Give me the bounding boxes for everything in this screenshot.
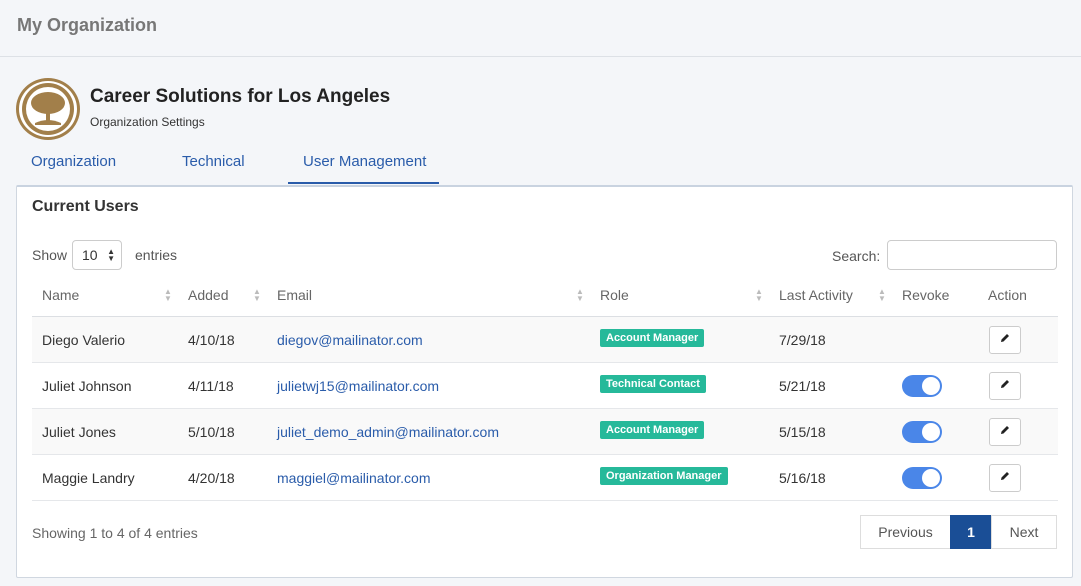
user-last-activity: 5/21/18	[779, 378, 826, 394]
role-badge: Technical Contact	[600, 375, 706, 393]
user-name: Diego Valerio	[42, 332, 126, 348]
sort-icon: ▲ ▼	[755, 287, 763, 303]
show-label: Show	[32, 247, 68, 263]
user-email-link[interactable]: diegov@mailinator.com	[277, 332, 423, 348]
user-added: 4/10/18	[188, 332, 235, 348]
organization-subtitle: Organization Settings	[90, 115, 205, 129]
edit-user-button[interactable]	[989, 464, 1021, 492]
role-badge: Account Manager	[600, 329, 705, 347]
role-badge: Organization Manager	[600, 467, 728, 485]
role-badge: Account Manager	[600, 421, 705, 439]
sort-icon: ▲ ▼	[878, 287, 886, 303]
user-email-link[interactable]: julietwj15@mailinator.com	[277, 378, 439, 394]
search-input[interactable]	[887, 240, 1057, 270]
edit-user-button[interactable]	[989, 326, 1021, 354]
top-bar: My Organization	[0, 0, 1081, 57]
pencil-icon	[1001, 334, 1009, 342]
user-last-activity: 5/15/18	[779, 424, 826, 440]
column-header-action: Action	[988, 287, 1027, 303]
tab-user-management[interactable]: User Management	[288, 145, 439, 184]
tab-technical[interactable]: Technical	[182, 145, 245, 198]
column-header-revoke: Revoke	[902, 287, 950, 303]
column-header-email[interactable]: Email	[277, 287, 312, 303]
user-email-link[interactable]: juliet_demo_admin@mailinator.com	[277, 424, 499, 440]
toggle-knob	[922, 469, 940, 487]
tab-organization-info[interactable]: Organization Info	[31, 145, 116, 204]
user-last-activity: 7/29/18	[779, 332, 826, 348]
entries-select-value: 10	[82, 247, 98, 263]
next-page-button[interactable]: Next	[991, 515, 1057, 549]
table-row: Maggie Landry 4/20/18 maggiel@mailinator…	[32, 455, 1058, 501]
edit-user-button[interactable]	[989, 418, 1021, 446]
revoke-toggle[interactable]	[902, 467, 942, 489]
tab-label: User Management	[303, 153, 427, 170]
tab-label: Technical	[182, 153, 245, 170]
search-label: Search:	[832, 248, 881, 264]
pencil-icon	[1001, 380, 1009, 388]
column-header-name[interactable]: Name	[42, 287, 79, 303]
entries-select[interactable]: 10 ▲ ▼	[72, 240, 122, 270]
revoke-toggle[interactable]	[902, 375, 942, 397]
user-last-activity: 5/16/18	[779, 470, 826, 486]
toggle-knob	[922, 423, 940, 441]
user-email-link[interactable]: maggiel@mailinator.com	[277, 470, 431, 486]
column-header-role[interactable]: Role	[600, 287, 629, 303]
user-name: Juliet Jones	[42, 424, 116, 440]
pencil-icon	[1001, 472, 1009, 480]
sort-icon: ▲ ▼	[253, 287, 261, 303]
tree-logo-icon	[22, 83, 74, 135]
entries-label: entries	[135, 247, 178, 263]
table-info: Showing 1 to 4 of 4 entries	[32, 525, 198, 541]
panel-title: Current Users	[32, 198, 139, 215]
page-title: My Organization	[17, 15, 158, 35]
revoke-toggle[interactable]	[902, 421, 942, 443]
table-row: Diego Valerio 4/10/18 diegov@mailinator.…	[32, 317, 1058, 363]
user-added: 4/11/18	[188, 378, 234, 394]
current-users-panel: Current Users Show 10 ▲ ▼ entries Search:…	[16, 185, 1073, 578]
organization-name: Career Solutions for Los Angeles	[90, 86, 391, 107]
page-1-button[interactable]: 1	[950, 515, 992, 549]
user-added: 5/10/18	[188, 424, 235, 440]
user-name: Juliet Johnson	[42, 378, 132, 394]
column-header-added[interactable]: Added	[188, 287, 228, 303]
user-name: Maggie Landry	[42, 470, 135, 486]
user-added: 4/20/18	[188, 470, 235, 486]
organization-logo	[16, 78, 80, 140]
column-header-last-activity[interactable]: Last Activity	[779, 287, 853, 303]
select-arrows-icon: ▲ ▼	[107, 247, 115, 263]
toggle-knob	[922, 377, 940, 395]
sort-icon: ▲ ▼	[576, 287, 584, 303]
table-row: Juliet Johnson 4/11/18 julietwj15@mailin…	[32, 363, 1058, 409]
table-row: Juliet Jones 5/10/18 juliet_demo_admin@m…	[32, 409, 1058, 455]
sort-icon: ▲ ▼	[164, 287, 172, 303]
previous-page-button[interactable]: Previous	[860, 515, 951, 549]
pencil-icon	[1001, 426, 1009, 434]
edit-user-button[interactable]	[989, 372, 1021, 400]
